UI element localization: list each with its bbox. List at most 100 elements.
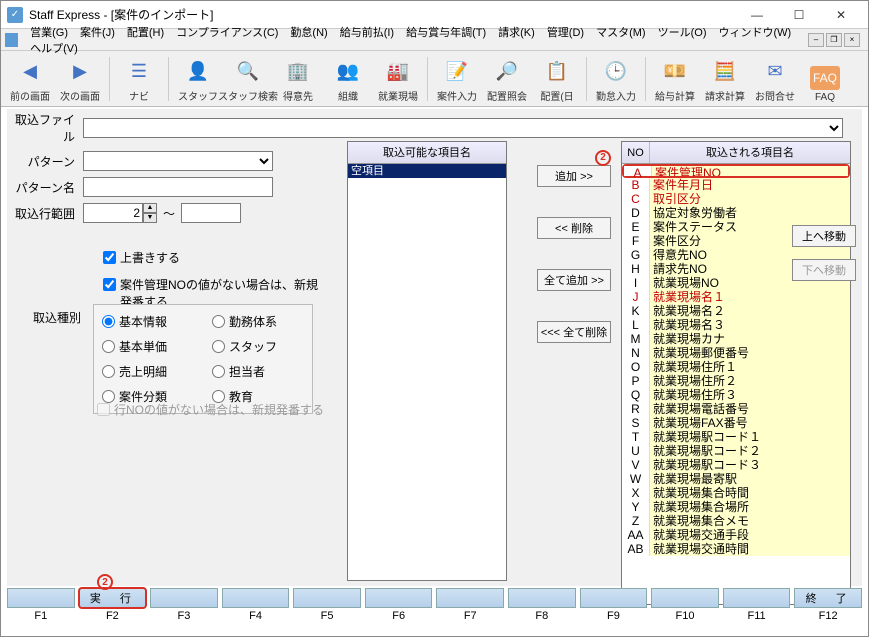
importtype-radio[interactable]: 担当者 — [212, 363, 304, 380]
selected-row[interactable]: K就業現場名２ — [622, 304, 850, 318]
selected-fields-table[interactable]: NO 取込される項目名 A案件管理NOB案件年月日C取引区分D協定対象労働者E案… — [621, 141, 851, 605]
fkey-button[interactable] — [365, 588, 433, 608]
close-button[interactable]: ✕ — [820, 2, 862, 28]
selected-row[interactable]: A案件管理NO — [622, 164, 850, 178]
toolbar-separator — [109, 57, 110, 101]
toolbar-button[interactable]: ◀前の画面 — [7, 53, 53, 105]
selected-row[interactable]: X就業現場集合時間 — [622, 486, 850, 500]
selected-row[interactable]: R就業現場電話番号 — [622, 402, 850, 416]
toolbar-button[interactable]: 💴給与計算 — [652, 53, 698, 105]
selected-row[interactable]: U就業現場駅コード２ — [622, 444, 850, 458]
importtype-radio[interactable]: 基本単価 — [102, 338, 194, 355]
fkey-button[interactable] — [723, 588, 791, 608]
fkey-button[interactable] — [580, 588, 648, 608]
fkey-label: F9 — [580, 610, 648, 626]
selected-row[interactable]: P就業現場住所２ — [622, 374, 850, 388]
toolbar-button[interactable]: 🕒勤怠入力 — [593, 53, 639, 105]
pattern-select[interactable] — [83, 151, 273, 171]
menu-item[interactable]: ツール(O) — [652, 25, 713, 41]
toolbar-button[interactable]: 🔎配置照会 — [484, 53, 530, 105]
selected-row[interactable]: B案件年月日 — [622, 178, 850, 192]
overwrite-check[interactable]: 上書きする — [103, 249, 180, 266]
toolbar-label: 配置(日 — [540, 88, 573, 103]
menu-item[interactable]: 給与前払(I) — [334, 25, 400, 41]
menu-item[interactable]: ウィンドウ(W) — [712, 25, 797, 41]
importtype-radio[interactable]: スタッフ — [212, 338, 304, 355]
selected-row[interactable]: Y就業現場集合場所 — [622, 500, 850, 514]
selected-row[interactable]: AB就業現場交通時間 — [622, 542, 850, 556]
selected-row[interactable]: Q就業現場住所３ — [622, 388, 850, 402]
toolbar-label: 得意先 — [283, 88, 313, 103]
toolbar-icon: 📋 — [543, 58, 571, 86]
selected-row[interactable]: J就業現場名１ — [622, 290, 850, 304]
toolbar-button[interactable]: FAQFAQ — [802, 53, 848, 105]
selected-row[interactable]: D協定対象労働者 — [622, 206, 850, 220]
mdi-close[interactable]: × — [844, 33, 860, 47]
toolbar-label: 案件入力 — [437, 88, 477, 103]
menu-item[interactable]: 給与賞与年調(T) — [400, 25, 492, 41]
toolbar-button[interactable]: 🏢得意先 — [275, 53, 321, 105]
toolbar-button[interactable]: 🏭就業現場 — [375, 53, 421, 105]
importtype-radio[interactable]: 売上明細 — [102, 363, 194, 380]
selected-row[interactable]: N就業現場郵便番号 — [622, 346, 850, 360]
menu-item[interactable]: 勤怠(N) — [284, 25, 333, 41]
selected-row[interactable]: L就業現場名３ — [622, 318, 850, 332]
selected-row[interactable]: O就業現場住所１ — [622, 360, 850, 374]
mdi-minimize[interactable]: – — [808, 33, 824, 47]
toolbar-button[interactable]: 🧮請求計算 — [702, 53, 748, 105]
selected-row[interactable]: W就業現場最寄駅 — [622, 472, 850, 486]
toolbar-button[interactable]: ☰ナビ — [116, 53, 162, 105]
file-select[interactable] — [83, 118, 843, 138]
selected-row[interactable]: Z就業現場集合メモ — [622, 514, 850, 528]
moveup-button[interactable]: 上へ移動 — [792, 225, 856, 247]
range-from-input[interactable] — [83, 203, 143, 223]
fkey-button[interactable] — [436, 588, 504, 608]
fkey-button[interactable]: 実 行 — [79, 588, 147, 608]
importtype-radio[interactable]: 勤務体系 — [212, 313, 304, 330]
selected-row[interactable]: M就業現場カナ — [622, 332, 850, 346]
toolbar-button[interactable]: ✉お問合せ — [752, 53, 798, 105]
fkey-button[interactable] — [150, 588, 218, 608]
toolbar-button[interactable]: 📋 配置(日 — [534, 53, 580, 105]
fkey-button[interactable] — [293, 588, 361, 608]
fkey-button[interactable] — [7, 588, 75, 608]
menu-item[interactable]: マスタ(M) — [590, 25, 652, 41]
toolbar-label: 勤怠入力 — [596, 88, 636, 103]
mdi-restore[interactable]: ❐ — [826, 33, 842, 47]
add-button[interactable]: 追加 >> — [537, 165, 611, 187]
autonum-checkbox[interactable] — [103, 278, 116, 291]
toolbar-button[interactable]: 👥組織 — [325, 53, 371, 105]
spin-down-icon[interactable]: ▼ — [143, 213, 157, 223]
toolbar-button[interactable]: ▶次の画面 — [57, 53, 103, 105]
selected-row[interactable]: S就業現場FAX番号 — [622, 416, 850, 430]
toolbar-button[interactable]: 📝案件入力 — [434, 53, 480, 105]
menu-item[interactable]: 営業(G) — [24, 25, 74, 41]
fkey-button[interactable] — [651, 588, 719, 608]
available-item[interactable]: 空項目 — [348, 164, 506, 178]
range-from-spin[interactable]: ▲▼ — [83, 203, 157, 223]
selected-row[interactable]: C取引区分 — [622, 192, 850, 206]
menu-item[interactable]: 配置(H) — [121, 25, 170, 41]
pattern-label: パターン — [7, 153, 83, 170]
range-to-input[interactable] — [181, 203, 241, 223]
selected-row[interactable]: T就業現場駅コード１ — [622, 430, 850, 444]
addall-button[interactable]: 全て追加 >> — [537, 269, 611, 291]
importtype-radio[interactable]: 基本情報 — [102, 313, 194, 330]
fkey-button[interactable] — [508, 588, 576, 608]
menu-item[interactable]: 管理(D) — [541, 25, 590, 41]
menu-item[interactable]: コンプライアンス(C) — [170, 25, 284, 41]
toolbar-button[interactable]: 👤スタッフ — [175, 53, 221, 105]
patternname-input[interactable] — [83, 177, 273, 197]
toolbar-button[interactable]: 🔍スタッフ検索 — [225, 53, 271, 105]
selected-row[interactable]: V就業現場駅コード３ — [622, 458, 850, 472]
fkey-button[interactable] — [222, 588, 290, 608]
menu-item[interactable]: 請求(K) — [492, 25, 541, 41]
selected-row[interactable]: AA就業現場交通手段 — [622, 528, 850, 542]
available-fields-list[interactable]: 取込可能な項目名 空項目 — [347, 141, 507, 581]
fkey-button[interactable]: 終 了 — [794, 588, 862, 608]
menu-item[interactable]: 案件(J) — [74, 25, 121, 41]
overwrite-checkbox[interactable] — [103, 251, 116, 264]
delete-button[interactable]: << 削除 — [537, 217, 611, 239]
spin-up-icon[interactable]: ▲ — [143, 203, 157, 213]
deleteall-button[interactable]: <<< 全て削除 — [537, 321, 611, 343]
